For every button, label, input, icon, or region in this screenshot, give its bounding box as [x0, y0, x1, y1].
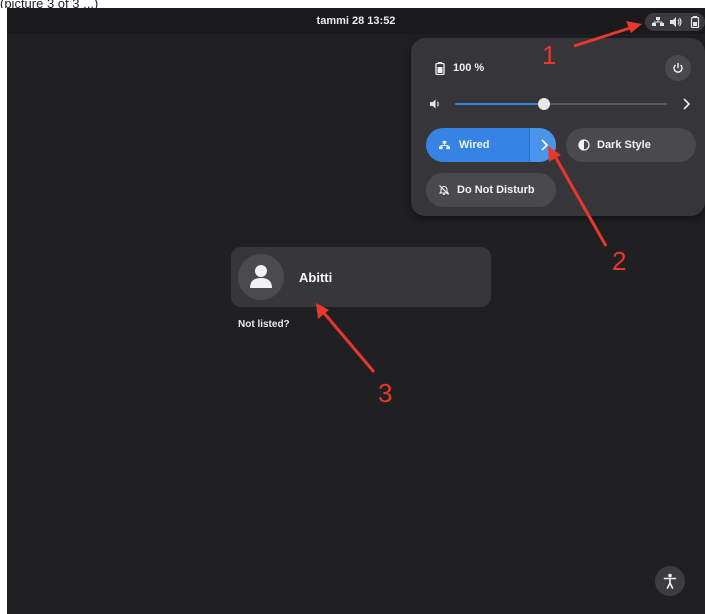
volume-slider[interactable] — [455, 98, 667, 110]
not-listed-link[interactable]: Not listed? — [238, 319, 290, 330]
annotation-number-2: 2 — [612, 246, 627, 276]
top-bar: tammi 28 13:52 — [7, 8, 705, 34]
top-caption: (picture 3 of 3 ...) — [0, 0, 99, 8]
bell-off-icon — [438, 185, 450, 195]
battery-percentage: 100 % — [453, 62, 485, 74]
power-icon — [673, 63, 683, 73]
dark-style-icon — [578, 139, 590, 151]
dark-style-label: Dark Style — [597, 139, 651, 151]
annotation-number-3: 3 — [378, 378, 393, 408]
user-list-item[interactable]: Abitti — [231, 247, 491, 307]
avatar — [238, 254, 284, 300]
accessibility-button[interactable] — [655, 566, 685, 596]
network-wired-icon — [652, 17, 664, 26]
network-wired-icon — [439, 140, 450, 149]
volume-slider-fill — [455, 103, 545, 105]
volume-icon — [429, 99, 439, 109]
volume-icon — [670, 17, 682, 27]
system-indicators[interactable] — [645, 13, 705, 31]
chevron-right-icon — [540, 139, 548, 151]
power-button[interactable] — [665, 55, 691, 81]
wired-expand-button[interactable] — [529, 128, 556, 162]
do-not-disturb-toggle[interactable]: Do Not Disturb — [426, 173, 556, 207]
volume-slider-handle[interactable] — [538, 98, 551, 110]
dark-style-toggle[interactable]: Dark Style — [566, 128, 696, 162]
wired-toggle-button[interactable]: Wired — [426, 128, 529, 162]
user-name: Abitti — [299, 270, 333, 285]
battery-icon — [690, 16, 700, 28]
wired-label: Wired — [459, 139, 490, 151]
do-not-disturb-label: Do Not Disturb — [457, 184, 535, 196]
annotation-number-1: 1 — [542, 40, 557, 70]
accessibility-icon — [663, 573, 677, 589]
chevron-right-icon[interactable] — [681, 97, 691, 111]
quick-settings-menu: 100 % Wired Dark Style Do Not Disturb — [411, 38, 705, 216]
battery-status: 100 % — [435, 60, 484, 76]
battery-icon — [435, 61, 445, 75]
user-avatar-icon — [250, 265, 272, 288]
wired-toggle-tile: Wired — [426, 128, 556, 162]
clock[interactable]: tammi 28 13:52 — [7, 15, 705, 27]
volume-slider-row — [429, 96, 691, 112]
login-screen: tammi 28 13:52 100 % Wired Dark Style Do… — [7, 8, 705, 614]
